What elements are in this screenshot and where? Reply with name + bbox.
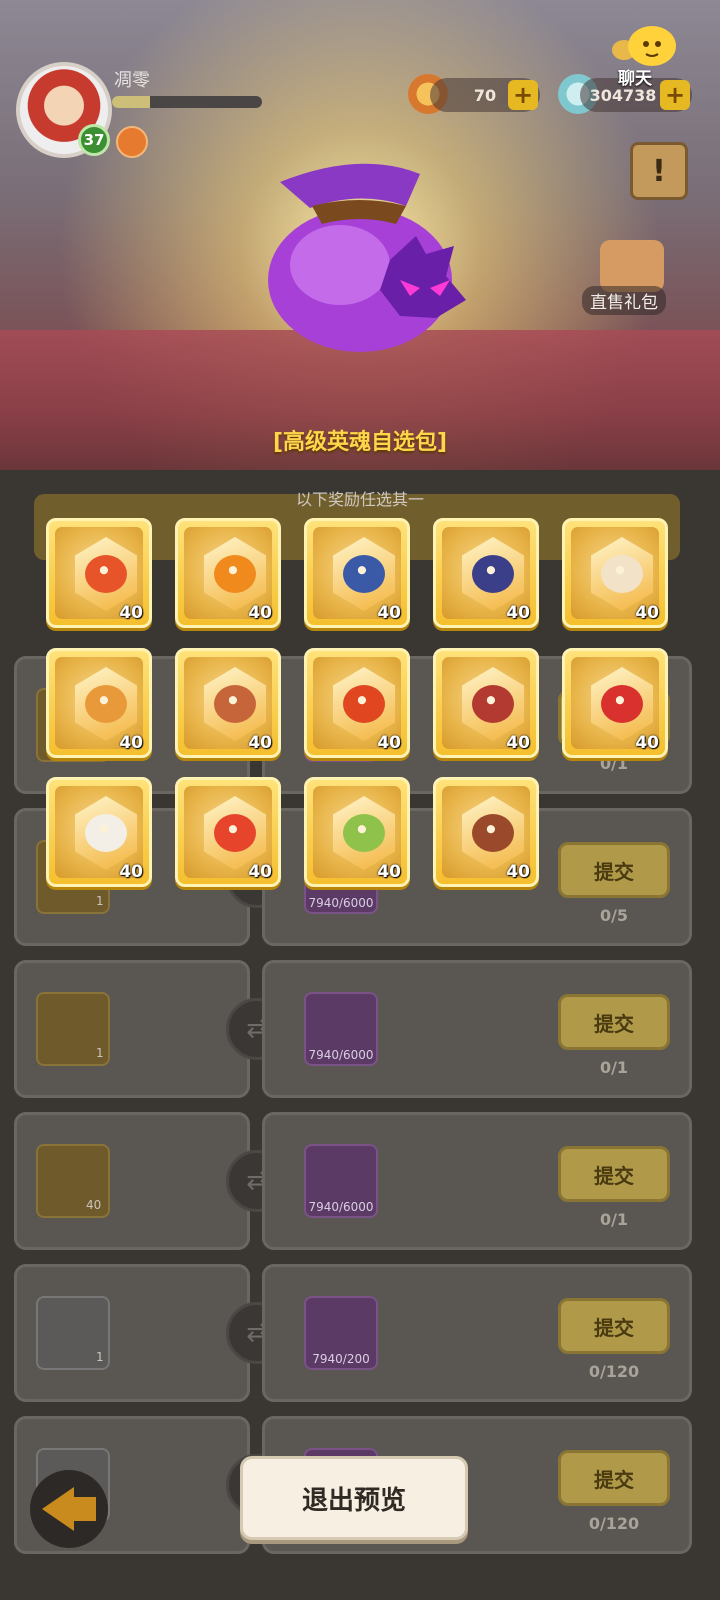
hero-portrait-icon: [601, 555, 643, 593]
player-name: 凋零: [114, 70, 150, 91]
hero-portrait-icon: [85, 555, 127, 593]
task-item-qty: 40: [86, 1198, 102, 1212]
reward-count: 40: [248, 733, 272, 753]
reward-count: 40: [377, 862, 401, 882]
exit-preview-button[interactable]: 退出预览: [240, 1456, 468, 1540]
add-currency-b-button[interactable]: +: [660, 80, 690, 110]
pack-title: [高级英魂自选包]: [272, 430, 448, 455]
currency-a-value: 70: [473, 85, 497, 105]
hero-soul-reward[interactable]: 40: [304, 518, 410, 628]
back-arrow-tail: [70, 1497, 96, 1521]
hero-portrait-icon: [214, 685, 256, 723]
task-progress: 0/1: [599, 1058, 629, 1077]
hero-portrait-icon: [343, 814, 385, 852]
hero-soul-reward[interactable]: 40: [175, 518, 281, 628]
hero-portrait-icon: [472, 555, 514, 593]
hero-portrait-icon: [85, 685, 127, 723]
hero-soul-reward[interactable]: 40: [46, 777, 152, 887]
hero-soul-reward[interactable]: 40: [562, 518, 668, 628]
reward-count: 40: [506, 862, 530, 882]
submit-button[interactable]: 提交: [558, 1146, 670, 1202]
submit-button[interactable]: 提交: [558, 994, 670, 1050]
task-item-qty: 1: [96, 1350, 104, 1364]
task-progress: 0/120: [588, 1514, 640, 1533]
candy-cost-value: 7940/200: [312, 1352, 370, 1366]
xp-bar-fill: [112, 96, 150, 108]
hero-portrait-icon: [343, 685, 385, 723]
hero-soul-reward[interactable]: 40: [433, 648, 539, 758]
hero-soul-reward[interactable]: 40: [562, 648, 668, 758]
submit-button[interactable]: 提交: [558, 842, 670, 898]
chat-label[interactable]: 聊天: [618, 64, 652, 89]
xp-bar: [112, 96, 262, 108]
hero-portrait-icon: [343, 555, 385, 593]
reward-count: 40: [377, 733, 401, 753]
task-item-qty: 1: [96, 1046, 104, 1060]
task-progress: 0/1: [599, 1210, 629, 1229]
candy-cost-value: 7940/6000: [308, 1200, 374, 1214]
reward-count: 40: [119, 862, 143, 882]
hero-soul-reward[interactable]: 40: [46, 518, 152, 628]
soul-pack-bag-icon: [268, 163, 466, 352]
candy-cost-value: 7940/6000: [308, 896, 374, 910]
task-progress: 0/5: [599, 906, 629, 925]
hero-soul-reward[interactable]: 40: [433, 518, 539, 628]
hero-portrait-icon: [85, 814, 127, 852]
pet-icon[interactable]: [116, 126, 148, 158]
hero-soul-reward[interactable]: 40: [304, 648, 410, 758]
reward-count: 40: [119, 733, 143, 753]
hero-portrait-icon: [214, 814, 256, 852]
candy-cost-value: 7940/6000: [308, 1048, 374, 1062]
hero-portrait-icon: [472, 685, 514, 723]
reward-count: 40: [635, 603, 659, 623]
task-item-qty: 1: [96, 894, 104, 908]
reward-count: 40: [119, 603, 143, 623]
gift-pack-icon[interactable]: [600, 240, 664, 292]
hero-portrait-icon: [601, 685, 643, 723]
reward-count: 40: [506, 603, 530, 623]
hero-soul-reward[interactable]: 40: [433, 777, 539, 887]
pack-subtitle: 以下奖励任选其一: [295, 490, 424, 509]
level-badge: 37: [78, 124, 110, 156]
reward-count: 40: [248, 862, 272, 882]
gift-pack-label[interactable]: 直售礼包: [582, 286, 666, 315]
task-progress: 0/120: [588, 1362, 640, 1381]
hero-soul-reward[interactable]: 40: [175, 777, 281, 887]
hero-portrait-icon: [472, 814, 514, 852]
submit-button[interactable]: 提交: [558, 1298, 670, 1354]
notice-board-button[interactable]: !: [630, 142, 688, 200]
hero-soul-reward[interactable]: 40: [175, 648, 281, 758]
add-currency-a-button[interactable]: +: [508, 80, 538, 110]
hero-soul-reward[interactable]: 40: [304, 777, 410, 887]
hero-soul-reward[interactable]: 40: [46, 648, 152, 758]
reward-count: 40: [377, 603, 401, 623]
reward-count: 40: [248, 603, 272, 623]
reward-count: 40: [506, 733, 530, 753]
reward-count: 40: [635, 733, 659, 753]
hero-portrait-icon: [214, 555, 256, 593]
submit-button[interactable]: 提交: [558, 1450, 670, 1506]
